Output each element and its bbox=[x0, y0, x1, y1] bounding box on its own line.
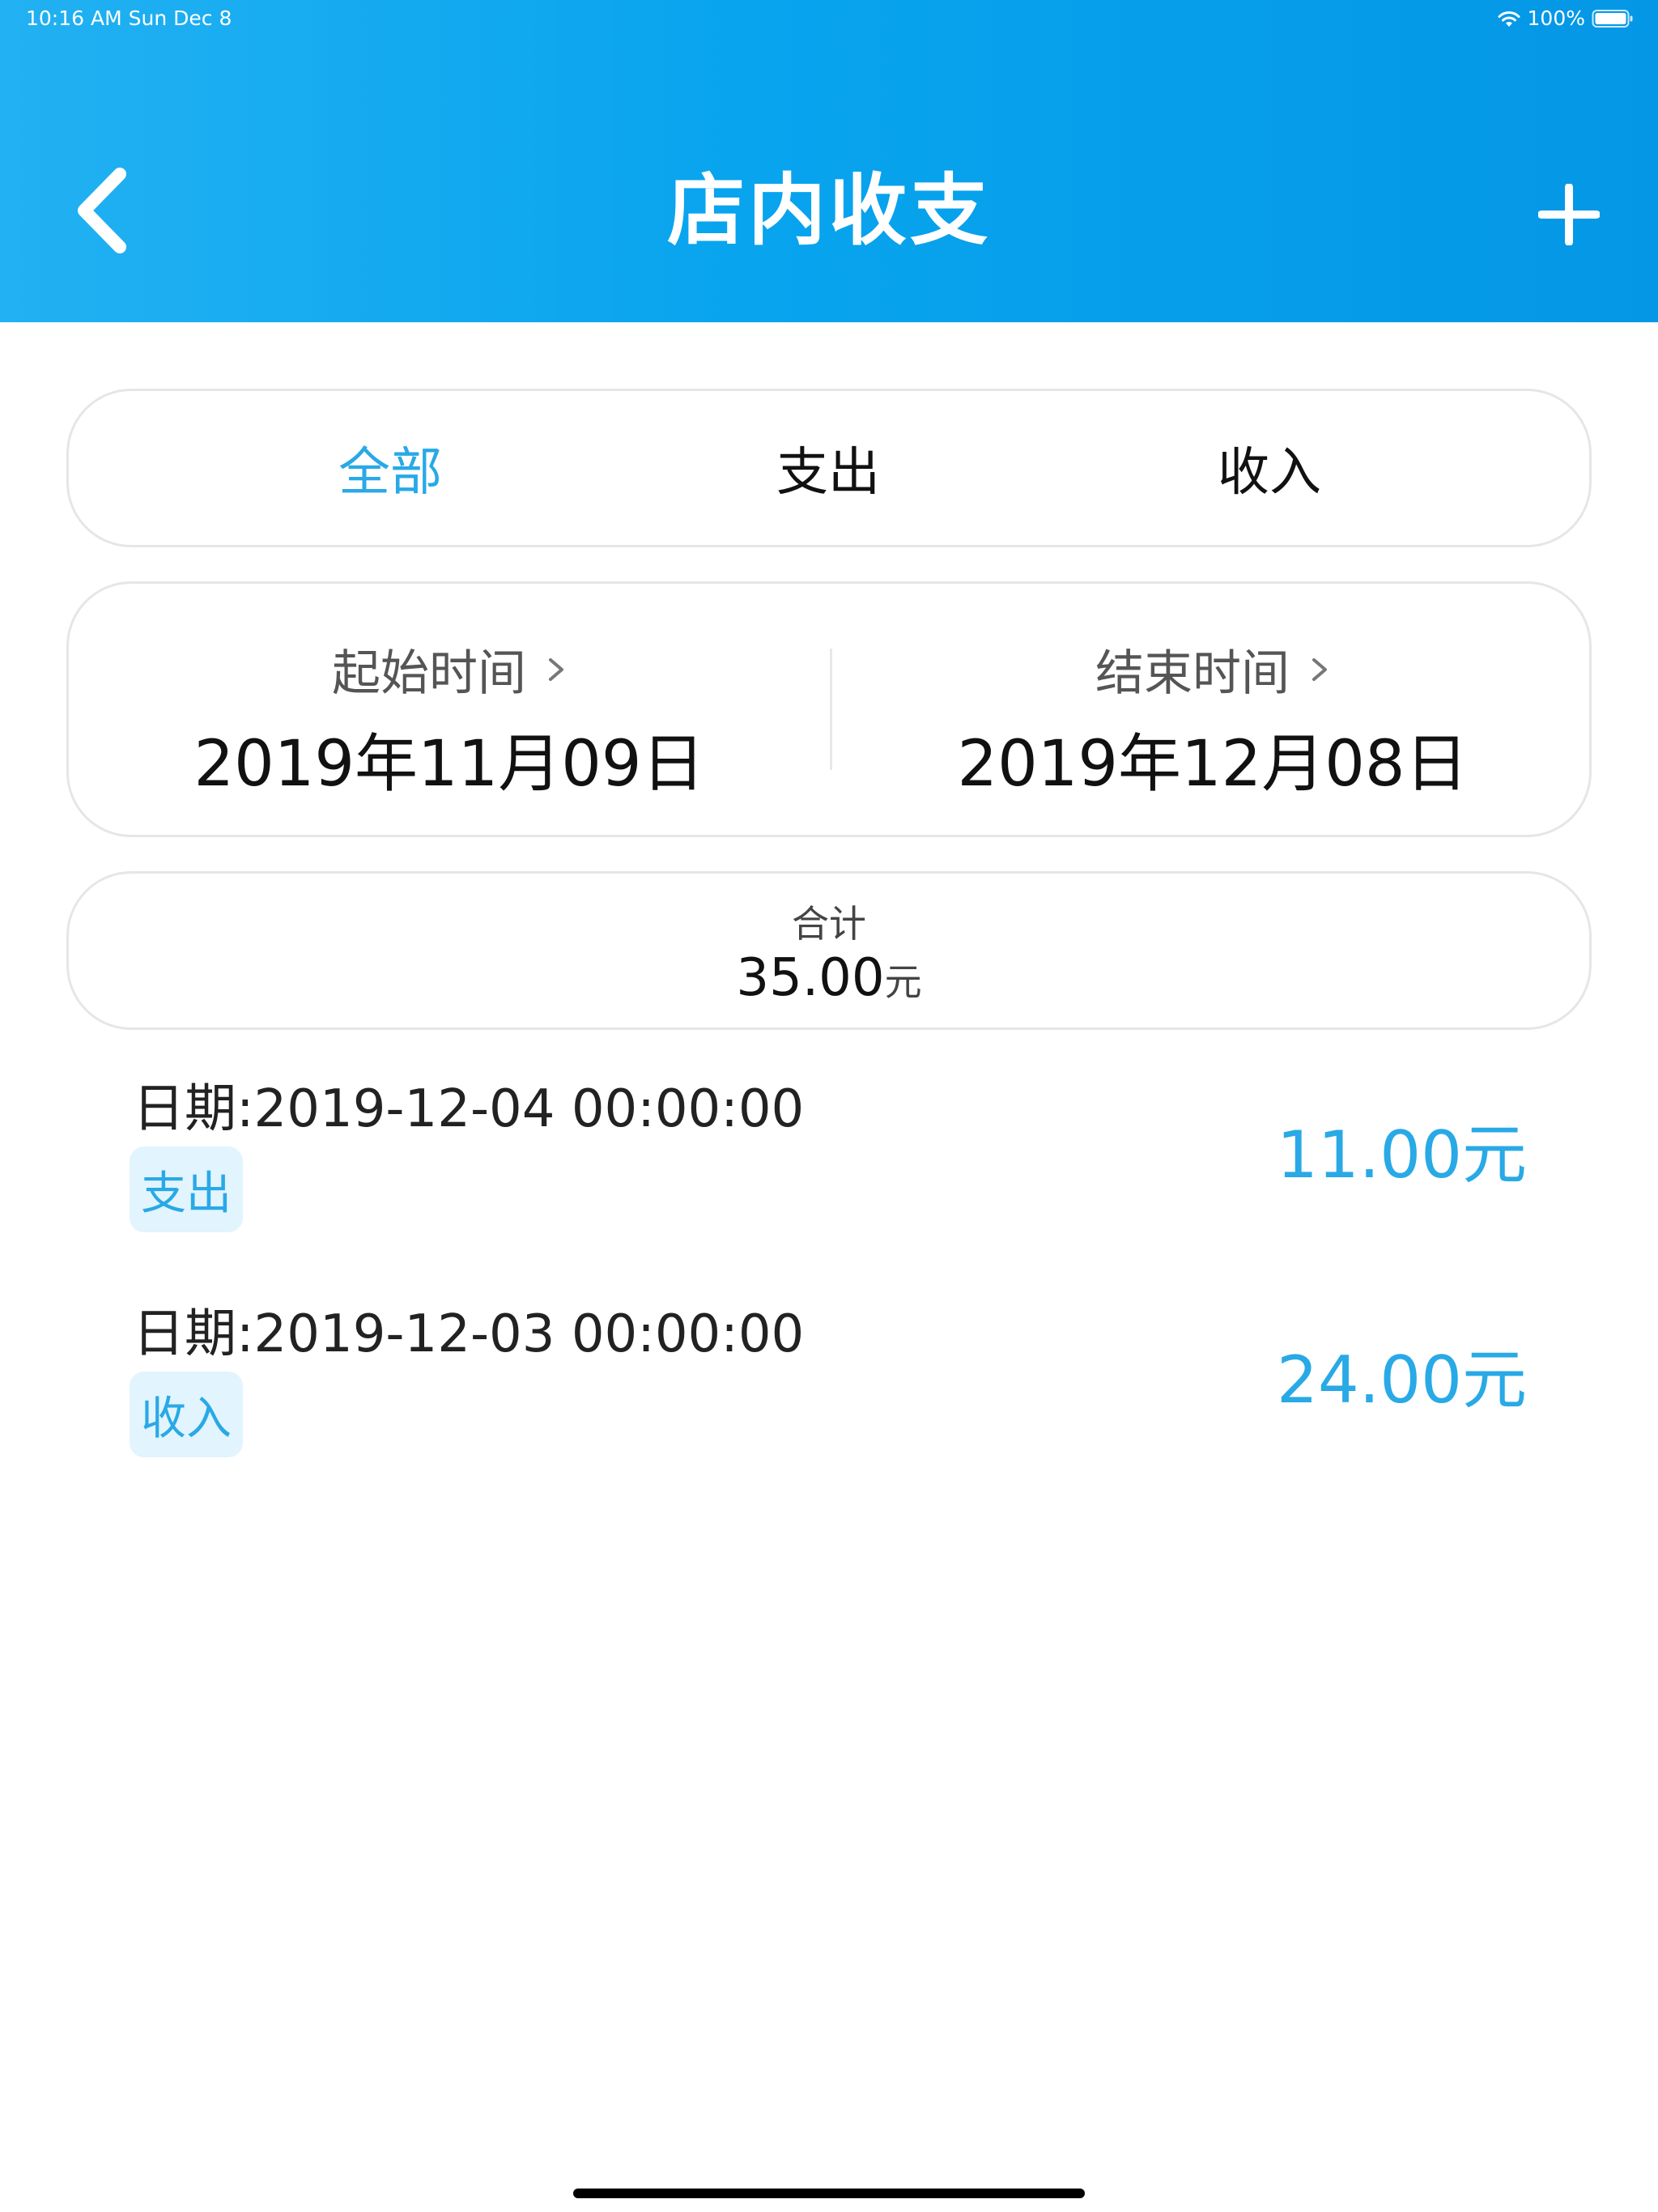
start-date-picker[interactable]: 起始时间 2019年11月09日 bbox=[69, 584, 830, 835]
record-type-badge: 支出 bbox=[130, 1146, 243, 1232]
filter-tabs: 全部 支出 收入 bbox=[66, 389, 1592, 547]
wifi-icon bbox=[1498, 11, 1520, 27]
add-record-button[interactable] bbox=[1512, 162, 1626, 267]
status-time: 10:16 AM Sun Dec 8 bbox=[26, 6, 232, 30]
status-bar: 10:16 AM Sun Dec 8 100% bbox=[0, 0, 1658, 40]
end-date-label: 结束时间 bbox=[1095, 645, 1290, 702]
home-indicator bbox=[573, 2189, 1085, 2198]
end-date-value: 2019年12月08日 bbox=[957, 728, 1469, 801]
record-date: 日期:2019-12-04 00:00:00 bbox=[133, 1079, 805, 1139]
date-range-card: 起始时间 2019年11月09日 结束时间 2019年12月08日 bbox=[66, 581, 1592, 837]
end-date-picker[interactable]: 结束时间 2019年12月08日 bbox=[832, 584, 1593, 835]
record-date: 日期:2019-12-03 00:00:00 bbox=[133, 1304, 805, 1364]
list-item[interactable]: 日期:2019-12-04 00:00:00 支出 11.00元 bbox=[0, 1067, 1658, 1278]
record-amount: 24.00元 bbox=[1276, 1342, 1527, 1418]
battery-percent: 100% bbox=[1527, 6, 1585, 30]
total-label: 合计 bbox=[792, 902, 866, 946]
record-type-badge: 收入 bbox=[130, 1372, 243, 1457]
page-title: 店内收支 bbox=[667, 165, 991, 256]
chevron-right-icon bbox=[1312, 657, 1327, 681]
status-indicators: 100% bbox=[1497, 6, 1634, 30]
total-card: 合计 35.00元 bbox=[66, 871, 1592, 1030]
tab-expense[interactable]: 支出 bbox=[577, 391, 1079, 545]
chevron-right-icon bbox=[549, 657, 563, 681]
plus-icon bbox=[1538, 184, 1600, 245]
tab-income[interactable]: 收入 bbox=[1018, 391, 1520, 545]
total-amount: 35.00 bbox=[736, 948, 885, 1008]
total-value: 35.00元 bbox=[69, 948, 1589, 1008]
start-date-value: 2019年11月09日 bbox=[193, 728, 705, 801]
battery-icon bbox=[1592, 9, 1633, 28]
start-date-label-row: 起始时间 bbox=[69, 634, 830, 704]
record-amount: 11.00元 bbox=[1276, 1117, 1527, 1193]
nav-header: 10:16 AM Sun Dec 8 100% 店内收支 bbox=[0, 0, 1658, 322]
end-date-label-row: 结束时间 bbox=[832, 634, 1593, 704]
tab-all[interactable]: 全部 bbox=[139, 391, 641, 545]
total-unit: 元 bbox=[884, 960, 922, 1004]
start-date-label: 起始时间 bbox=[332, 645, 526, 702]
list-item[interactable]: 日期:2019-12-03 00:00:00 收入 24.00元 bbox=[0, 1292, 1658, 1503]
